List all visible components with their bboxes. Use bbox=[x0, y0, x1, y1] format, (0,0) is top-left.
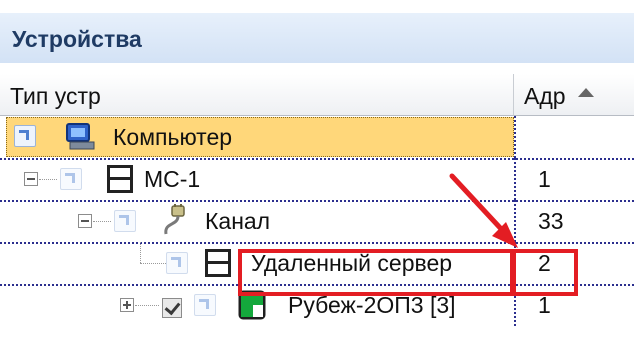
tree-row[interactable]: МС-1 1 bbox=[0, 158, 634, 200]
address-cell: 1 bbox=[538, 166, 551, 192]
panel-title-bar: Устройства bbox=[0, 13, 634, 63]
tree-connector bbox=[93, 221, 111, 222]
tree-connector bbox=[140, 242, 141, 263]
module-icon bbox=[205, 249, 231, 277]
annotation-arrow-icon bbox=[449, 173, 518, 248]
device-checkbox[interactable] bbox=[162, 298, 182, 318]
tree-item-label: Канал bbox=[205, 208, 271, 234]
tree-item-label: Компьютер bbox=[113, 124, 233, 150]
expand-icon[interactable] bbox=[120, 298, 134, 312]
link-icon bbox=[60, 168, 82, 190]
tree-row[interactable]: Компьютер bbox=[0, 116, 634, 158]
tree-item-label: Рубеж-2ОП3 [3] bbox=[288, 292, 456, 318]
address-cell: 33 bbox=[538, 208, 564, 234]
collapse-icon[interactable] bbox=[78, 214, 92, 228]
link-icon bbox=[14, 125, 36, 147]
link-icon bbox=[114, 210, 136, 232]
tree-connector bbox=[140, 263, 166, 264]
address-cell: 1 bbox=[538, 292, 551, 318]
tree-item-label: МС-1 bbox=[144, 166, 201, 192]
column-header-address-label: Адр bbox=[524, 83, 566, 109]
computer-icon bbox=[66, 123, 95, 150]
column-header-type-label: Тип устр bbox=[10, 83, 101, 109]
module-icon bbox=[107, 165, 133, 193]
tree-connector bbox=[39, 179, 57, 180]
panel-title: Устройства bbox=[12, 26, 142, 52]
tree-connector bbox=[135, 305, 159, 306]
sort-ascending-icon bbox=[578, 88, 594, 97]
channel-plug-icon bbox=[164, 204, 185, 235]
collapse-icon[interactable] bbox=[24, 172, 38, 186]
column-divider bbox=[514, 116, 516, 158]
tree-row[interactable]: Канал 33 bbox=[0, 200, 634, 242]
link-icon bbox=[166, 252, 188, 274]
column-header-type[interactable]: Тип устр bbox=[0, 74, 514, 116]
link-icon bbox=[194, 294, 216, 316]
column-header-address[interactable]: Адр bbox=[514, 74, 634, 116]
